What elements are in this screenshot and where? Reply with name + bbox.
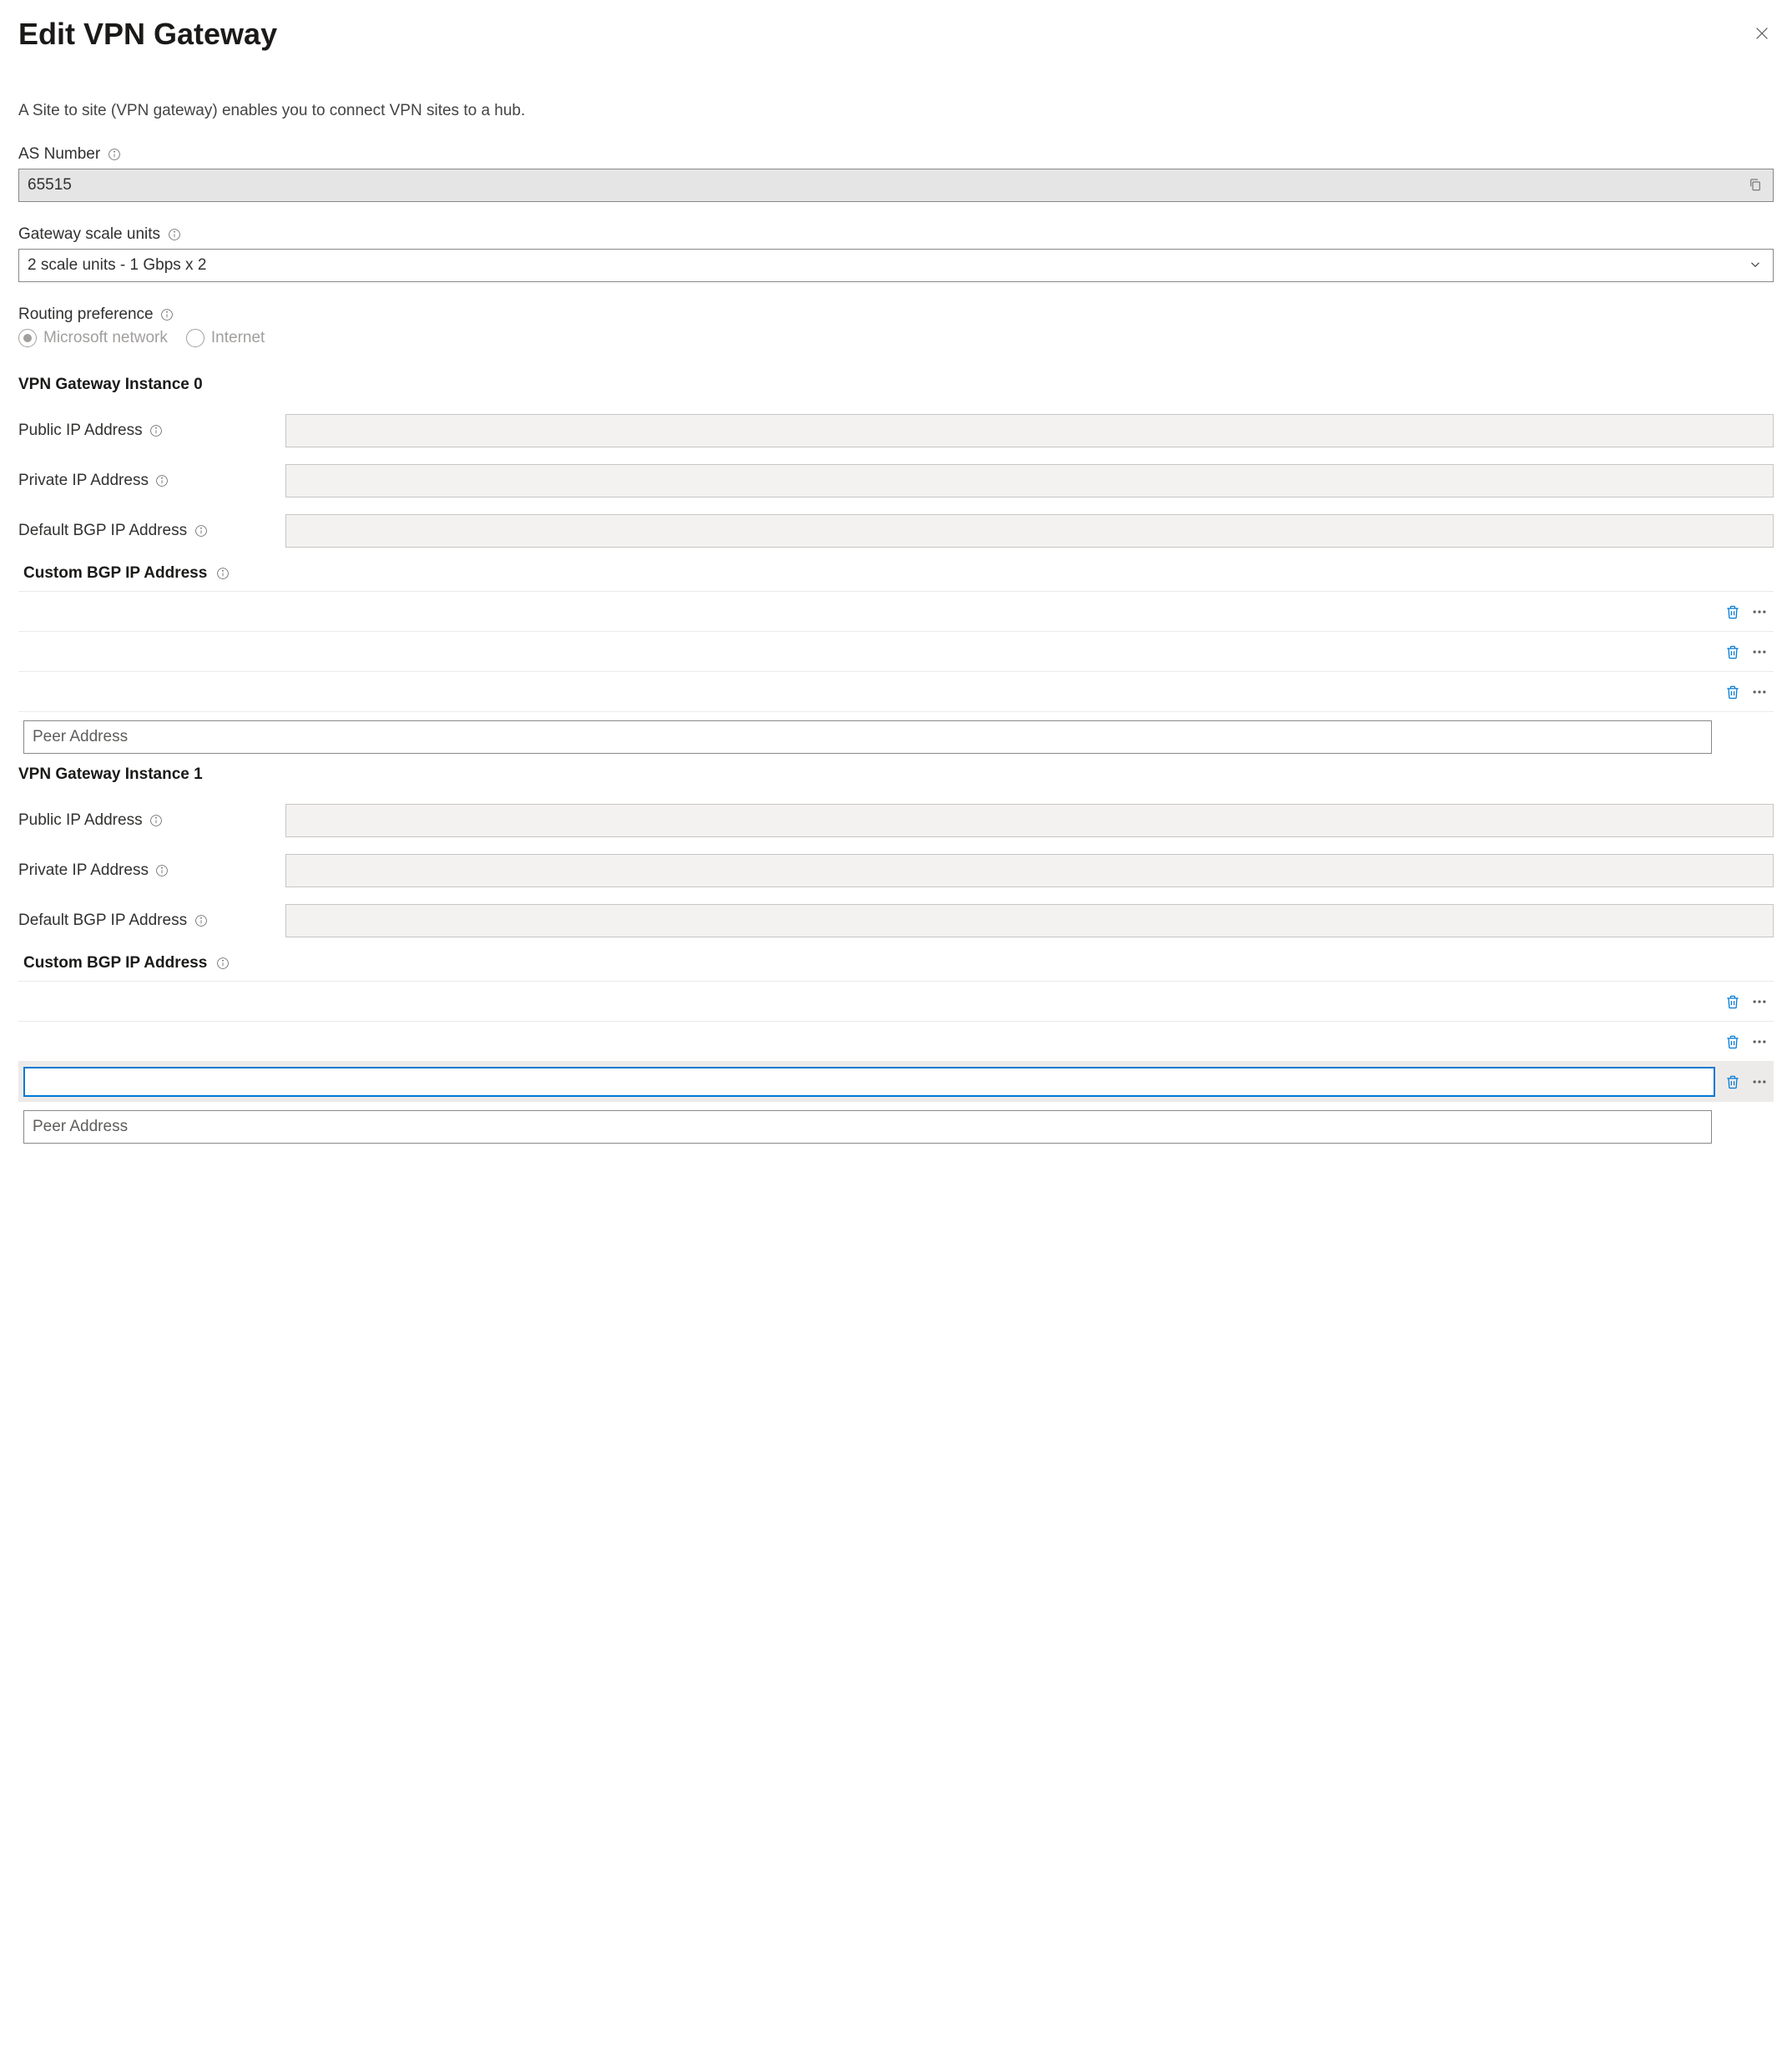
- page-title: Edit VPN Gateway: [18, 17, 277, 52]
- instance-1-private-ip-label: Private IP Address: [18, 861, 149, 880]
- instance-1-public-ip-field: [285, 804, 1774, 837]
- instance-1-title: VPN Gateway Instance 1: [18, 765, 1774, 784]
- routing-pref-label: Routing preference: [18, 306, 154, 324]
- custom-bgp-row: [18, 671, 1774, 711]
- instance-0-custom-bgp-label: Custom BGP IP Address: [23, 564, 207, 583]
- as-number-label: AS Number: [18, 145, 100, 164]
- more-icon[interactable]: [1750, 993, 1769, 1011]
- instance-0-default-bgp-field: [285, 514, 1774, 548]
- instance-0-public-ip-field: [285, 414, 1774, 447]
- chevron-down-icon: [1748, 257, 1764, 274]
- more-icon[interactable]: [1750, 603, 1769, 621]
- delete-icon[interactable]: [1724, 603, 1742, 621]
- info-icon[interactable]: [215, 957, 230, 971]
- info-icon[interactable]: [107, 148, 121, 162]
- info-icon[interactable]: [215, 567, 230, 581]
- info-icon[interactable]: [160, 308, 174, 322]
- custom-bgp-row: [18, 591, 1774, 631]
- instance-0-private-ip-field: [285, 464, 1774, 498]
- gateway-scale-label: Gateway scale units: [18, 225, 160, 244]
- instance-1-private-ip-field: [285, 854, 1774, 887]
- info-icon[interactable]: [194, 524, 208, 538]
- routing-pref-internet-label: Internet: [211, 329, 265, 347]
- as-number-field: 65515: [18, 169, 1774, 202]
- info-icon[interactable]: [149, 424, 164, 438]
- more-icon[interactable]: [1750, 643, 1769, 661]
- delete-icon[interactable]: [1724, 643, 1742, 661]
- custom-bgp-active-input[interactable]: [23, 1067, 1715, 1097]
- instance-1-public-ip-label: Public IP Address: [18, 811, 143, 830]
- instance-1-default-bgp-field: [285, 904, 1774, 937]
- gateway-scale-value: 2 scale units - 1 Gbps x 2: [28, 256, 206, 275]
- instance-0-public-ip-label: Public IP Address: [18, 422, 143, 440]
- info-icon[interactable]: [194, 914, 208, 928]
- as-number-value: 65515: [28, 176, 72, 194]
- delete-icon[interactable]: [1724, 993, 1742, 1011]
- description-text: A Site to site (VPN gateway) enables you…: [18, 102, 1774, 120]
- instance-0-title: VPN Gateway Instance 0: [18, 376, 1774, 394]
- close-button[interactable]: [1750, 22, 1774, 45]
- routing-pref-msnet-radio: Microsoft network: [18, 329, 168, 347]
- more-icon[interactable]: [1750, 683, 1769, 701]
- info-icon[interactable]: [149, 814, 164, 828]
- instance-0-private-ip-label: Private IP Address: [18, 472, 149, 490]
- more-icon[interactable]: [1750, 1073, 1769, 1091]
- custom-bgp-row: [18, 631, 1774, 671]
- more-icon[interactable]: [1750, 1033, 1769, 1051]
- delete-icon[interactable]: [1724, 683, 1742, 701]
- peer-address-input[interactable]: [23, 1110, 1712, 1144]
- info-icon[interactable]: [155, 474, 169, 488]
- instance-0-default-bgp-label: Default BGP IP Address: [18, 522, 187, 540]
- instance-1-custom-bgp-label: Custom BGP IP Address: [23, 954, 207, 972]
- delete-icon[interactable]: [1724, 1073, 1742, 1091]
- gateway-scale-dropdown[interactable]: 2 scale units - 1 Gbps x 2: [18, 249, 1774, 282]
- delete-icon[interactable]: [1724, 1033, 1742, 1051]
- routing-pref-msnet-label: Microsoft network: [43, 329, 168, 347]
- copy-icon[interactable]: [1748, 177, 1764, 194]
- custom-bgp-row: [18, 981, 1774, 1021]
- info-icon[interactable]: [155, 864, 169, 878]
- peer-address-input[interactable]: [23, 720, 1712, 754]
- custom-bgp-row-active[interactable]: [18, 1061, 1774, 1101]
- info-icon[interactable]: [167, 228, 181, 242]
- instance-1-default-bgp-label: Default BGP IP Address: [18, 912, 187, 930]
- custom-bgp-row: [18, 1021, 1774, 1061]
- routing-pref-internet-radio: Internet: [186, 329, 265, 347]
